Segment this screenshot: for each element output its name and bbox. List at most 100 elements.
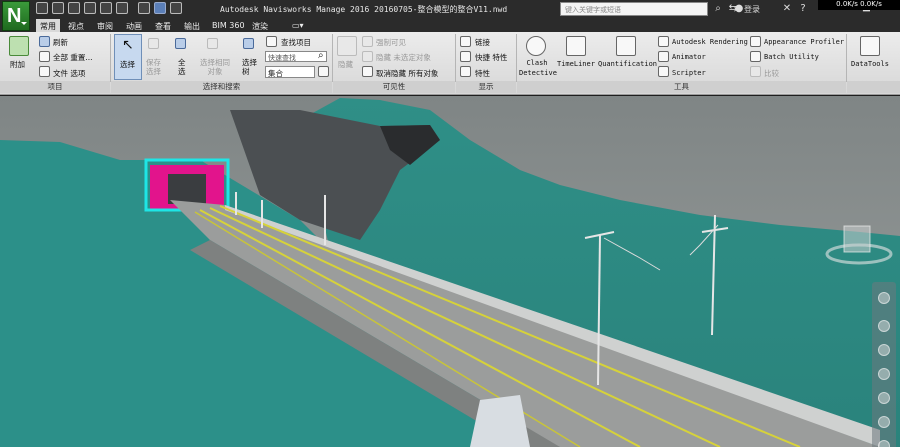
undo-icon[interactable] (100, 2, 112, 14)
scripter-icon[interactable] (658, 66, 669, 77)
exchange-icon[interactable]: ✕ (781, 2, 793, 15)
autodesk-rendering-icon[interactable] (658, 36, 669, 47)
orbit-icon[interactable] (878, 368, 890, 380)
appearance-profiler-button[interactable]: Appearance Profiler (764, 38, 844, 46)
selection-tree-button[interactable]: 选择树 (242, 58, 260, 76)
title-bar: Autodesk Navisworks Manage 2016 20160705… (0, 0, 900, 18)
new-file-icon[interactable] (36, 2, 48, 14)
print-icon[interactable] (84, 2, 96, 14)
select-label: 选择 (120, 60, 135, 69)
app-menu-button[interactable]: N (2, 1, 30, 31)
sets-dropdown[interactable]: 集合 (265, 66, 315, 78)
find-items-button[interactable]: 查找项目 (281, 37, 311, 48)
ribbon: 附加 刷新 全部 重置... 文件 选项 项目 ↖ 选择 保存选择 全选 选择相… (0, 32, 900, 95)
select-search-panel-title[interactable]: 选择和搜索 (111, 81, 332, 93)
timeliner-button[interactable]: TimeLiner (557, 60, 595, 68)
tab-bim360[interactable]: BIM 360 (208, 19, 249, 32)
select-icon: ↖ (122, 37, 134, 53)
walk-icon[interactable] (878, 416, 890, 428)
scripter-button[interactable]: Scripter (672, 69, 706, 77)
pan-icon[interactable] (878, 320, 890, 332)
quantification-button[interactable]: Quantification (598, 60, 657, 68)
properties-icon[interactable] (460, 66, 471, 77)
help-icon[interactable]: ? (797, 2, 809, 15)
save-icon[interactable] (68, 2, 80, 14)
tab-extra-dropdown[interactable]: ▭▾ (288, 19, 308, 32)
viewcube[interactable] (824, 216, 894, 266)
properties-button[interactable]: 特性 (475, 68, 490, 79)
tools-panel-title[interactable]: 工具 (517, 81, 846, 93)
tab-view[interactable]: 查看 (151, 19, 175, 32)
tab-viewpoint[interactable]: 视点 (64, 19, 88, 32)
open-file-icon[interactable] (52, 2, 64, 14)
visibility-panel-title[interactable]: 可见性 (333, 81, 455, 93)
tab-render[interactable]: 渲染 (248, 19, 272, 32)
select-same-icon[interactable] (207, 38, 218, 49)
zoom-window-icon[interactable] (878, 344, 890, 356)
login-button[interactable]: 登录 (744, 4, 760, 15)
appearance-profiler-icon[interactable] (750, 36, 761, 47)
require-button[interactable]: 强制可见 (376, 37, 406, 48)
batch-utility-button[interactable]: Batch Utility (764, 53, 819, 61)
hide-icon[interactable] (337, 36, 357, 56)
tunnel-inner (168, 174, 206, 204)
select-all-icon[interactable] (175, 38, 186, 49)
hide-unselected-button[interactable]: 隐藏 未选定对象 (376, 52, 431, 63)
dropdown-icon[interactable] (170, 2, 182, 14)
project-panel-title[interactable]: 项目 (0, 81, 110, 93)
animator-icon[interactable] (658, 51, 669, 62)
save-selection-button[interactable]: 保存选择 (146, 58, 164, 76)
append-button[interactable]: 附加 (10, 59, 25, 70)
save-selection-icon[interactable] (148, 38, 159, 49)
find-items-icon[interactable] (266, 36, 277, 47)
manage-sets-icon[interactable] (318, 66, 329, 77)
quick-properties-icon[interactable] (460, 51, 471, 62)
tab-home[interactable]: 常用 (36, 19, 60, 32)
links-icon[interactable] (460, 36, 471, 47)
scene-viewport[interactable] (0, 96, 900, 447)
select-tool-icon[interactable] (878, 440, 890, 447)
unhide-all-icon[interactable] (362, 66, 373, 77)
window-title: Autodesk Navisworks Manage 2016 20160705… (220, 5, 508, 14)
quick-properties-button[interactable]: 快捷 特性 (475, 52, 507, 63)
select-cursor-icon[interactable] (154, 2, 166, 14)
select-all-button[interactable]: 全选 (178, 58, 187, 76)
file-options-icon[interactable] (39, 66, 50, 77)
look-around-icon[interactable] (878, 392, 890, 404)
unhide-all-button[interactable]: 取消隐藏 所有对象 (376, 68, 438, 79)
clash-detective-button[interactable]: Clash Detective (519, 58, 557, 78)
select-same-button[interactable]: 选择相同对象 (200, 58, 230, 76)
datatools-icon[interactable] (860, 36, 880, 56)
compare-button[interactable]: 比较 (764, 68, 779, 79)
refresh-file-icon[interactable] (39, 36, 50, 47)
tab-animation[interactable]: 动画 (122, 19, 146, 32)
selection-tree-icon[interactable] (243, 38, 254, 49)
binoculars-icon[interactable]: ⌕ (712, 2, 724, 15)
refresh-icon[interactable] (138, 2, 150, 14)
datatools-panel-title (847, 81, 900, 93)
tab-review[interactable]: 审阅 (93, 19, 117, 32)
quantification-icon[interactable] (616, 36, 636, 56)
autodesk-rendering-button[interactable]: Autodesk Rendering (672, 38, 748, 46)
reset-all-button[interactable]: 全部 重置... (53, 52, 93, 63)
append-icon[interactable] (9, 36, 29, 56)
reset-icon[interactable] (39, 51, 50, 62)
quick-find-search-icon[interactable]: ⌕ (318, 50, 324, 61)
batch-utility-icon[interactable] (750, 51, 761, 62)
animator-button[interactable]: Animator (672, 53, 706, 61)
file-options-button[interactable]: 文件 选项 (53, 68, 85, 79)
display-panel-title[interactable]: 显示 (456, 81, 516, 93)
timeliner-icon[interactable] (566, 36, 586, 56)
clash-detective-icon[interactable] (526, 36, 546, 56)
require-icon[interactable] (362, 36, 373, 47)
refresh-button[interactable]: 刷新 (53, 37, 68, 48)
redo-icon[interactable] (116, 2, 128, 14)
steering-wheel-icon[interactable] (878, 292, 890, 304)
compare-icon[interactable] (750, 66, 761, 77)
tab-output[interactable]: 输出 (180, 19, 204, 32)
hide-unselected-icon[interactable] (362, 51, 373, 62)
datatools-button[interactable]: DataTools (851, 60, 889, 68)
hide-button[interactable]: 隐藏 (338, 59, 353, 70)
links-button[interactable]: 链接 (475, 37, 490, 48)
help-search-input[interactable]: 键入关键字或短语 (560, 2, 708, 16)
